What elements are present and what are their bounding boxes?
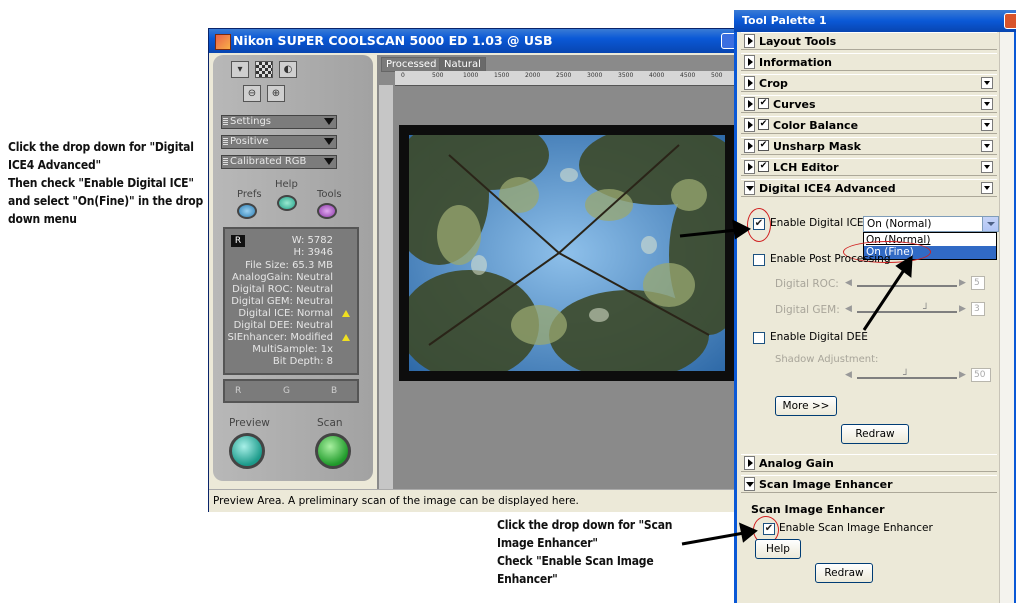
arrow-line [679, 228, 738, 238]
arrow-head [895, 255, 913, 278]
annotation-arrows [679, 219, 913, 546]
arrow-head [738, 522, 758, 543]
arrow-line [681, 531, 745, 546]
arrow-head [732, 219, 751, 240]
arrow-line [862, 269, 906, 331]
